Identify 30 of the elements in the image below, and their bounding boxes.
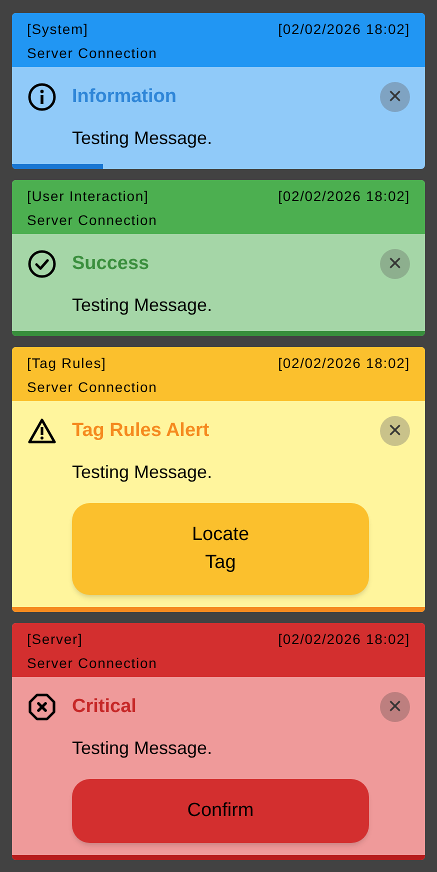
notification-title: Critical <box>72 694 136 719</box>
error-octagon-icon <box>27 692 57 722</box>
timestamp: [02/02/2026 18:02] <box>278 630 410 649</box>
subject-label: Server Connection <box>27 210 158 230</box>
info-icon <box>27 82 57 112</box>
subject-label: Server Connection <box>27 378 158 396</box>
close-button[interactable]: × <box>380 82 410 112</box>
subject-label: Server Connection <box>27 44 158 62</box>
timestamp: [02/02/2026 18:02] <box>278 186 410 206</box>
warning-icon <box>27 417 57 445</box>
source-label: [System] <box>27 20 88 39</box>
notification-title: Information <box>72 84 176 109</box>
notification-message: Testing Message. <box>72 127 212 150</box>
action-button[interactable]: Locate Tag <box>72 503 369 595</box>
source-label: [Server] <box>27 630 83 649</box>
notification-message: Testing Message. <box>72 737 212 760</box>
close-button[interactable]: × <box>380 249 410 279</box>
close-button[interactable]: × <box>380 692 410 722</box>
timestamp: [02/02/2026 18:02] <box>278 20 410 39</box>
close-button[interactable]: × <box>380 416 410 446</box>
notification-message: Testing Message. <box>72 461 212 484</box>
check-circle-icon <box>27 249 57 279</box>
timestamp: [02/02/2026 18:02] <box>278 354 410 373</box>
notification-title: Tag Rules Alert <box>72 418 210 443</box>
subject-label: Server Connection <box>27 654 158 672</box>
notification-message: Testing Message. <box>72 294 212 317</box>
action-button[interactable]: Confirm <box>72 779 369 843</box>
notification-title: Success <box>72 252 150 276</box>
source-label: [Tag Rules] <box>27 354 106 373</box>
source-label: [User Interaction] <box>27 186 149 206</box>
